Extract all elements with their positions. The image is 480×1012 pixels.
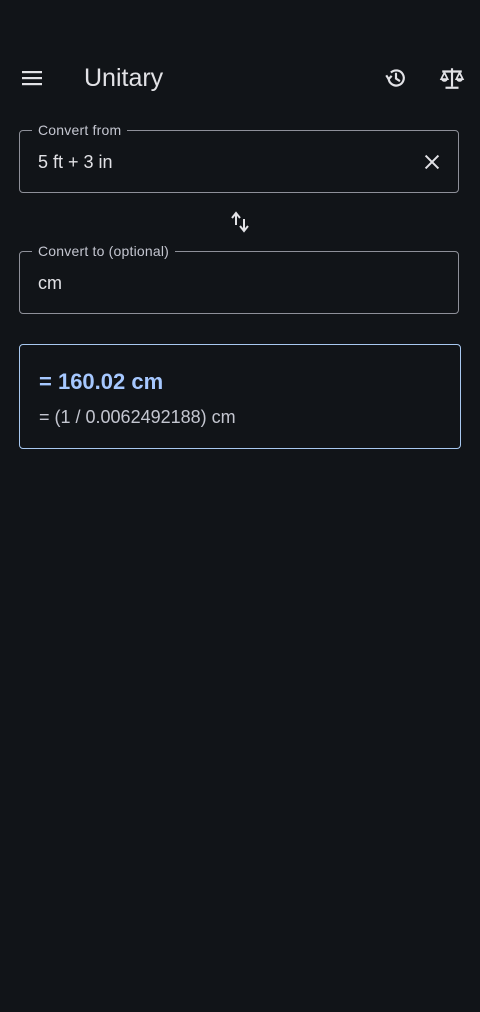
swap-vertical-icon	[231, 211, 249, 233]
clear-button[interactable]	[412, 142, 452, 182]
swap-button[interactable]	[224, 206, 256, 238]
menu-icon	[22, 71, 42, 86]
convert-to-input[interactable]	[38, 272, 398, 294]
result-card[interactable]: = 160.02 cm = (1 / 0.0062492188) cm	[19, 344, 461, 449]
history-button[interactable]	[376, 58, 416, 98]
close-icon	[424, 154, 440, 170]
history-icon	[385, 69, 405, 87]
result-secondary: = (1 / 0.0062492188) cm	[39, 407, 236, 427]
convert-from-input[interactable]	[38, 151, 398, 173]
menu-button[interactable]	[12, 58, 52, 98]
convert-from-field[interactable]: Convert from	[19, 122, 459, 193]
app-title: Unitary	[84, 64, 164, 92]
app-bar: Unitary	[0, 46, 480, 110]
scale-balance-icon	[439, 68, 465, 89]
convert-to-field[interactable]: Convert to (optional)	[19, 243, 459, 314]
units-button[interactable]	[432, 58, 472, 98]
app-root: Unitary Convert from 5 ft + 3 in Convert…	[0, 0, 480, 1012]
result-primary: = 160.02 cm	[39, 369, 164, 394]
convert-to-label: Convert to (optional)	[32, 243, 176, 259]
convert-from-label: Convert from	[32, 122, 128, 138]
